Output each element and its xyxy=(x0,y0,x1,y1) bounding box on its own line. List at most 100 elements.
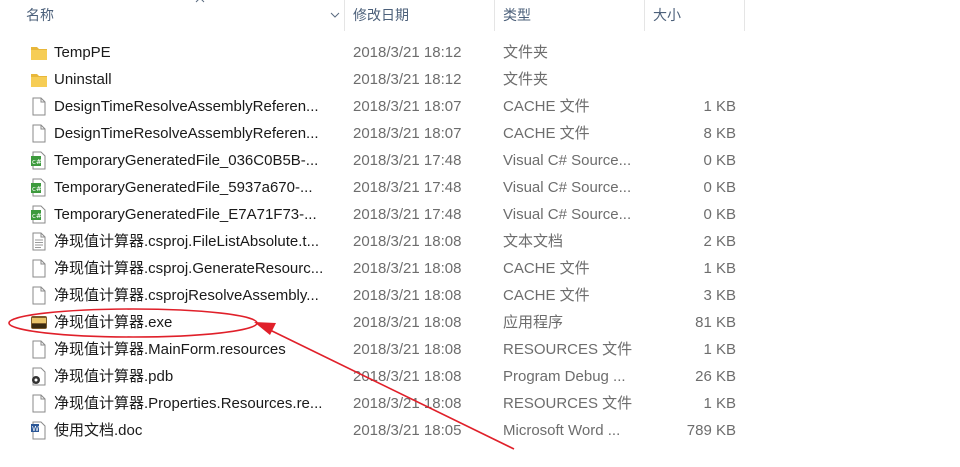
file-size: 0 KB xyxy=(703,206,736,223)
file-type: RESOURCES 文件 xyxy=(503,341,633,358)
file-size: 789 KB xyxy=(686,422,736,439)
file-type: 应用程序 xyxy=(503,314,564,331)
file-size: 2 KB xyxy=(703,233,736,250)
file-name: TemporaryGeneratedFile_E7A71F73-... xyxy=(54,206,317,223)
file-row[interactable]: TempPE 2018/3/21 18:12 文件夹 xyxy=(0,39,760,66)
file-icon xyxy=(30,259,48,278)
column-header-date-label: 修改日期 xyxy=(353,7,409,23)
file-date: 2018/3/21 18:08 xyxy=(353,260,462,277)
file-size: 1 KB xyxy=(703,341,736,358)
column-header-size-label: 大小 xyxy=(653,7,681,23)
file-type: Program Debug ... xyxy=(503,368,626,385)
column-header-name-label: 名称 xyxy=(26,7,54,23)
file-row[interactable]: 净现值计算器.exe 2018/3/21 18:08 应用程序 81 KB xyxy=(0,309,760,336)
file-name: TempPE xyxy=(54,44,111,61)
file-row[interactable]: 净现值计算器.pdb 2018/3/21 18:08 Program Debug .… xyxy=(0,363,760,390)
text-file-icon xyxy=(30,232,48,251)
csharp-file-icon: c# xyxy=(30,178,48,197)
file-type: Microsoft Word ... xyxy=(503,422,621,439)
file-row[interactable]: DesignTimeResolveAssemblyReferen... 2018/… xyxy=(0,120,760,147)
file-name: DesignTimeResolveAssemblyReferen... xyxy=(54,125,319,142)
file-size: 0 KB xyxy=(703,179,736,196)
file-name: 净现值计算器.pdb xyxy=(54,368,174,385)
file-type: CACHE 文件 xyxy=(503,260,590,277)
pdb-icon xyxy=(30,367,48,386)
file-icon xyxy=(30,394,48,413)
column-header-type-label: 类型 xyxy=(503,7,531,23)
file-date: 2018/3/21 18:08 xyxy=(353,368,462,385)
file-row[interactable]: 净现值计算器.csproj.FileListAbsolute.t... 2018/… xyxy=(0,228,760,255)
file-type: 文件夹 xyxy=(503,44,549,61)
file-row[interactable]: c# TemporaryGeneratedFile_5937a670-... 201… xyxy=(0,174,760,201)
file-size: 1 KB xyxy=(703,98,736,115)
column-header-bar: 名称 修改日期 类型 大小 xyxy=(0,0,960,31)
file-name: Uninstall xyxy=(54,71,112,88)
file-type: Visual C# Source... xyxy=(503,152,632,169)
file-date: 2018/3/21 18:08 xyxy=(353,233,462,250)
file-date: 2018/3/21 18:08 xyxy=(353,287,462,304)
file-size: 3 KB xyxy=(703,287,736,304)
file-date: 2018/3/21 18:12 xyxy=(353,44,462,61)
file-size: 26 KB xyxy=(695,368,736,385)
file-date: 2018/3/21 18:08 xyxy=(353,395,462,412)
file-row[interactable]: c# TemporaryGeneratedFile_036C0B5B-... 201… xyxy=(0,147,760,174)
file-type: CACHE 文件 xyxy=(503,125,590,142)
exe-icon xyxy=(30,313,48,332)
file-name: 净现值计算器.csproj.GenerateResourc... xyxy=(54,260,324,277)
csharp-file-icon: c# xyxy=(30,151,48,170)
file-name: 使用文档.doc xyxy=(54,422,143,439)
file-name: TemporaryGeneratedFile_036C0B5B-... xyxy=(54,152,319,169)
file-type: CACHE 文件 xyxy=(503,287,590,304)
file-date: 2018/3/21 17:48 xyxy=(353,179,462,196)
file-date: 2018/3/21 18:08 xyxy=(353,341,462,358)
file-row[interactable]: 净现值计算器.csprojResolveAssembly... 2018/3/21… xyxy=(0,282,760,309)
column-header-date[interactable]: 修改日期 xyxy=(345,0,495,31)
file-row[interactable]: W 使用文档.doc 2018/3/21 18:05 Microsoft Word .… xyxy=(0,417,760,444)
file-size: 1 KB xyxy=(703,395,736,412)
folder-icon xyxy=(30,43,48,62)
file-row[interactable]: Uninstall 2018/3/21 18:12 文件夹 xyxy=(0,66,760,93)
file-name: TemporaryGeneratedFile_5937a670-... xyxy=(54,179,313,196)
file-name: 净现值计算器.csprojResolveAssembly... xyxy=(54,287,319,304)
file-row[interactable]: 净现值计算器.MainForm.resources 2018/3/21 18:08… xyxy=(0,336,760,363)
file-name: DesignTimeResolveAssemblyReferen... xyxy=(54,98,319,115)
file-date: 2018/3/21 18:12 xyxy=(353,71,462,88)
file-type: Visual C# Source... xyxy=(503,206,632,223)
file-date: 2018/3/21 18:05 xyxy=(353,422,462,439)
file-name: 净现值计算器.MainForm.resources xyxy=(54,341,286,358)
file-row[interactable]: 净现值计算器.Properties.Resources.re... 2018/3/… xyxy=(0,390,760,417)
svg-text:c#: c# xyxy=(32,212,42,220)
file-date: 2018/3/21 18:07 xyxy=(353,98,462,115)
file-date: 2018/3/21 18:08 xyxy=(353,314,462,331)
sort-caret-icon xyxy=(195,0,205,3)
file-icon xyxy=(30,124,48,143)
file-icon xyxy=(30,286,48,305)
file-name: 净现值计算器.csproj.FileListAbsolute.t... xyxy=(54,233,320,250)
file-size: 1 KB xyxy=(703,260,736,277)
file-type: RESOURCES 文件 xyxy=(503,395,633,412)
file-size: 81 KB xyxy=(695,314,736,331)
column-header-name[interactable]: 名称 xyxy=(18,0,345,31)
column-header-type[interactable]: 类型 xyxy=(495,0,645,31)
chevron-down-icon[interactable] xyxy=(330,10,340,20)
column-header-size[interactable]: 大小 xyxy=(645,0,745,31)
folder-icon xyxy=(30,70,48,89)
file-type: CACHE 文件 xyxy=(503,98,590,115)
file-row[interactable]: c# TemporaryGeneratedFile_E7A71F73-... 201… xyxy=(0,201,760,228)
file-name: 净现值计算器.exe xyxy=(54,314,173,331)
file-type: 文本文档 xyxy=(503,233,564,250)
svg-text:c#: c# xyxy=(32,158,42,166)
svg-text:W: W xyxy=(32,425,39,433)
word-doc-icon: W xyxy=(30,421,48,440)
csharp-file-icon: c# xyxy=(30,205,48,224)
file-row[interactable]: 净现值计算器.csproj.GenerateResourc... 2018/3/2… xyxy=(0,255,760,282)
file-size: 0 KB xyxy=(703,152,736,169)
file-type: 文件夹 xyxy=(503,71,549,88)
file-row[interactable]: DesignTimeResolveAssemblyReferen... 2018/… xyxy=(0,93,760,120)
file-icon xyxy=(30,340,48,359)
file-type: Visual C# Source... xyxy=(503,179,632,196)
file-name: 净现值计算器.Properties.Resources.re... xyxy=(54,395,323,412)
svg-text:c#: c# xyxy=(32,185,42,193)
file-icon xyxy=(30,97,48,116)
file-date: 2018/3/21 17:48 xyxy=(353,152,462,169)
